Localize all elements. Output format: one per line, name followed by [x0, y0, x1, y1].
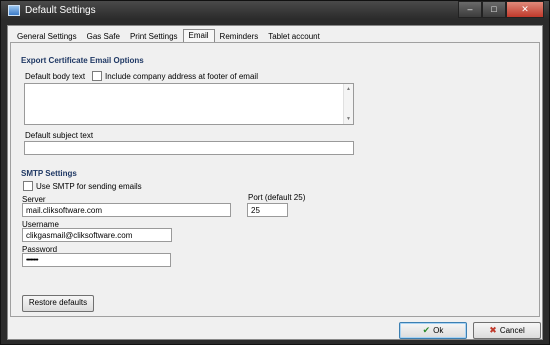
- ok-button[interactable]: ✔ Ok: [399, 322, 467, 339]
- port-label: Port (default 25): [248, 193, 306, 202]
- body-text-area[interactable]: ▲ ▼: [24, 83, 354, 125]
- use-smtp-label: Use SMTP for sending emails: [36, 182, 142, 191]
- scroll-up-icon[interactable]: ▲: [346, 86, 351, 92]
- subject-text-label: Default subject text: [25, 131, 94, 140]
- title-bar: Default Settings – □ ✕: [1, 1, 549, 23]
- check-icon: ✔: [422, 325, 431, 335]
- email-tab-panel: Export Certificate Email Options Default…: [10, 42, 540, 317]
- cancel-button[interactable]: ✖ Cancel: [473, 322, 541, 339]
- body-text-label: Default body text: [25, 72, 86, 81]
- app-icon: [8, 5, 20, 16]
- include-address-label: Include company address at footer of ema…: [105, 72, 258, 81]
- cross-icon: ✖: [489, 325, 497, 335]
- window-title: Default Settings: [25, 5, 96, 16]
- server-input[interactable]: mail.cliksoftware.com: [22, 203, 231, 217]
- tab-strip: General Settings Gas Safe Print Settings…: [12, 29, 325, 44]
- export-section-title: Export Certificate Email Options: [21, 56, 144, 65]
- dialog-body: General Settings Gas Safe Print Settings…: [7, 25, 543, 340]
- maximize-icon[interactable]: □: [482, 1, 506, 18]
- ok-label: Ok: [433, 326, 444, 335]
- password-input[interactable]: ••••••••: [22, 253, 171, 267]
- settings-window: Default Settings – □ ✕ General Settings …: [0, 0, 550, 345]
- cancel-label: Cancel: [499, 326, 525, 335]
- include-address-checkbox[interactable]: [92, 71, 102, 81]
- body-text-scrollbar[interactable]: ▲ ▼: [343, 84, 353, 124]
- username-input[interactable]: clikgasmail@cliksoftware.com: [22, 228, 172, 242]
- smtp-section-title: SMTP Settings: [21, 169, 77, 178]
- scroll-down-icon[interactable]: ▼: [346, 116, 351, 122]
- caption-buttons: – □ ✕: [458, 1, 544, 18]
- port-input[interactable]: 25: [247, 203, 288, 217]
- subject-text-input[interactable]: [24, 141, 354, 155]
- restore-defaults-button[interactable]: Restore defaults: [22, 295, 94, 312]
- use-smtp-checkbox[interactable]: [23, 181, 33, 191]
- close-icon[interactable]: ✕: [506, 1, 544, 18]
- minimize-icon[interactable]: –: [458, 1, 482, 18]
